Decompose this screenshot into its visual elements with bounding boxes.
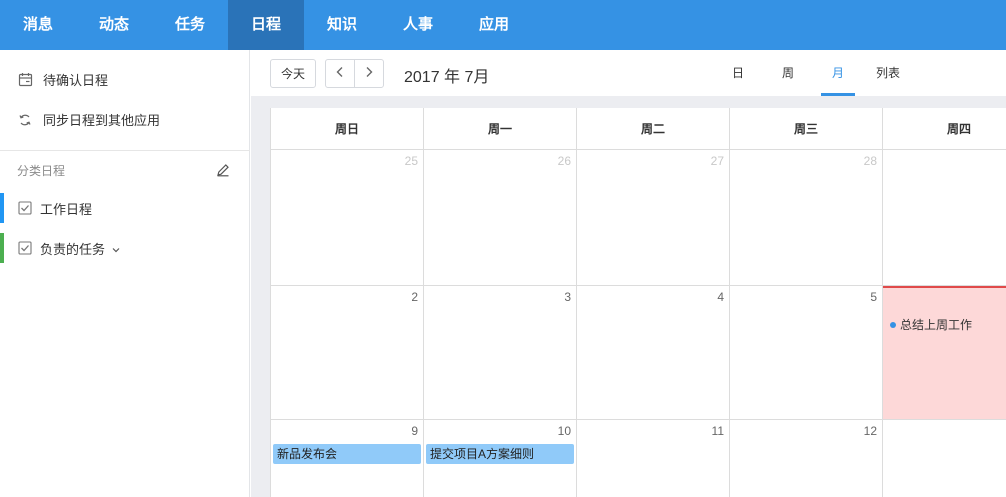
month-calendar: 周日 周一 周二 周三 周四 25 26 27 28 2 3 4 5 总结上周工… bbox=[270, 108, 1006, 497]
calendar-pending-icon bbox=[17, 72, 33, 88]
weekday-wed: 周三 bbox=[730, 108, 883, 150]
checkbox-checked-icon[interactable] bbox=[18, 201, 32, 215]
weekday-sun: 周日 bbox=[271, 108, 424, 150]
pending-schedule-label: 待确认日程 bbox=[43, 73, 109, 88]
month-title: 2017 年 7月 bbox=[404, 69, 490, 86]
sidebar: 待确认日程 同步日程到其他应用 分类日程 工作日程 负责的任务 bbox=[0, 50, 250, 497]
calendar-toolbar: 今天 2017 年 7月 日 周 月 列表 bbox=[251, 50, 1006, 96]
nav-item-activity[interactable]: 动态 bbox=[76, 0, 152, 50]
chevron-left-icon bbox=[335, 66, 345, 81]
weekday-tue: 周二 bbox=[577, 108, 730, 150]
calendar-week-row: 2 3 4 5 总结上周工作 bbox=[271, 286, 1006, 420]
calendar-week-row: 9 新品发布会 10 提交项目A方案细则 11 12 bbox=[271, 420, 1006, 497]
day-cell[interactable]: 2 bbox=[271, 286, 424, 419]
event-item[interactable]: 总结上周工作 bbox=[890, 316, 972, 333]
day-cell[interactable]: 4 bbox=[577, 286, 730, 419]
nav-item-apps[interactable]: 应用 bbox=[456, 0, 532, 50]
day-number: 25 bbox=[404, 154, 418, 168]
view-tab-list[interactable]: 列表 bbox=[871, 50, 905, 96]
day-number: 9 bbox=[411, 424, 418, 438]
category-responsible-tasks[interactable]: 负责的任务 bbox=[0, 233, 249, 263]
day-number: 28 bbox=[863, 154, 877, 168]
nav-item-hr[interactable]: 人事 bbox=[380, 0, 456, 50]
prev-month-button[interactable] bbox=[325, 59, 355, 88]
pending-schedule-link[interactable]: 待确认日程 bbox=[17, 70, 108, 89]
day-number: 5 bbox=[870, 290, 877, 304]
day-cell[interactable] bbox=[883, 150, 1006, 285]
weekday-thu: 周四 bbox=[883, 108, 1006, 150]
checkbox-checked-icon[interactable] bbox=[18, 241, 32, 255]
category-color-bar bbox=[0, 233, 4, 263]
main-area: 今天 2017 年 7月 日 周 月 列表 周日 周一 周二 周三 周四 25 … bbox=[251, 50, 1006, 497]
top-nav: 消息 动态 任务 日程 知识 人事 应用 bbox=[0, 0, 1006, 50]
day-number: 3 bbox=[564, 290, 571, 304]
day-cell[interactable]: 27 bbox=[577, 150, 730, 285]
today-button[interactable]: 今天 bbox=[270, 59, 316, 88]
day-cell[interactable]: 10 提交项目A方案细则 bbox=[424, 420, 577, 497]
sync-icon bbox=[17, 112, 33, 128]
edit-icon[interactable] bbox=[216, 163, 232, 179]
sidebar-divider bbox=[0, 150, 250, 151]
nav-item-schedule[interactable]: 日程 bbox=[228, 0, 304, 50]
day-cell[interactable]: 12 bbox=[730, 420, 883, 497]
category-section-title: 分类日程 bbox=[17, 164, 66, 178]
today-cell[interactable]: 总结上周工作 bbox=[883, 286, 1006, 419]
category-work-schedule[interactable]: 工作日程 bbox=[0, 193, 249, 223]
day-cell[interactable]: 3 bbox=[424, 286, 577, 419]
view-tab-month[interactable]: 月 bbox=[821, 50, 855, 96]
nav-item-knowledge[interactable]: 知识 bbox=[304, 0, 380, 50]
day-number: 27 bbox=[710, 154, 724, 168]
day-number: 11 bbox=[711, 424, 724, 438]
chevron-right-icon bbox=[364, 66, 374, 81]
day-cell[interactable]: 5 bbox=[730, 286, 883, 419]
day-number: 26 bbox=[557, 154, 571, 168]
weekday-header: 周日 周一 周二 周三 周四 bbox=[271, 108, 1006, 150]
day-cell[interactable]: 25 bbox=[271, 150, 424, 285]
nav-item-messages[interactable]: 消息 bbox=[0, 0, 76, 50]
day-number: 4 bbox=[717, 290, 724, 304]
day-cell[interactable]: 11 bbox=[577, 420, 730, 497]
event-title: 总结上周工作 bbox=[900, 318, 973, 332]
category-label: 工作日程 bbox=[40, 201, 93, 217]
sync-schedule-label: 同步日程到其他应用 bbox=[43, 113, 161, 128]
day-cell[interactable]: 28 bbox=[730, 150, 883, 285]
sync-schedule-link[interactable]: 同步日程到其他应用 bbox=[17, 110, 160, 129]
chevron-down-icon[interactable] bbox=[111, 243, 121, 253]
day-cell[interactable]: 26 bbox=[424, 150, 577, 285]
category-color-bar bbox=[0, 193, 4, 223]
nav-item-tasks[interactable]: 任务 bbox=[152, 0, 228, 50]
day-cell[interactable] bbox=[883, 420, 1006, 497]
next-month-button[interactable] bbox=[354, 59, 384, 88]
day-number: 10 bbox=[557, 424, 571, 438]
day-number: 12 bbox=[863, 424, 877, 438]
day-number: 2 bbox=[411, 290, 418, 304]
event-dot-icon bbox=[890, 321, 896, 328]
category-label: 负责的任务 bbox=[40, 241, 106, 257]
event-bar[interactable]: 新品发布会 bbox=[273, 444, 421, 464]
calendar-week-row: 25 26 27 28 bbox=[271, 150, 1006, 286]
weekday-mon: 周一 bbox=[424, 108, 577, 150]
view-tab-day[interactable]: 日 bbox=[723, 50, 753, 96]
view-tab-week[interactable]: 周 bbox=[773, 50, 803, 96]
event-bar[interactable]: 提交项目A方案细则 bbox=[426, 444, 574, 464]
day-cell[interactable]: 9 新品发布会 bbox=[271, 420, 424, 497]
